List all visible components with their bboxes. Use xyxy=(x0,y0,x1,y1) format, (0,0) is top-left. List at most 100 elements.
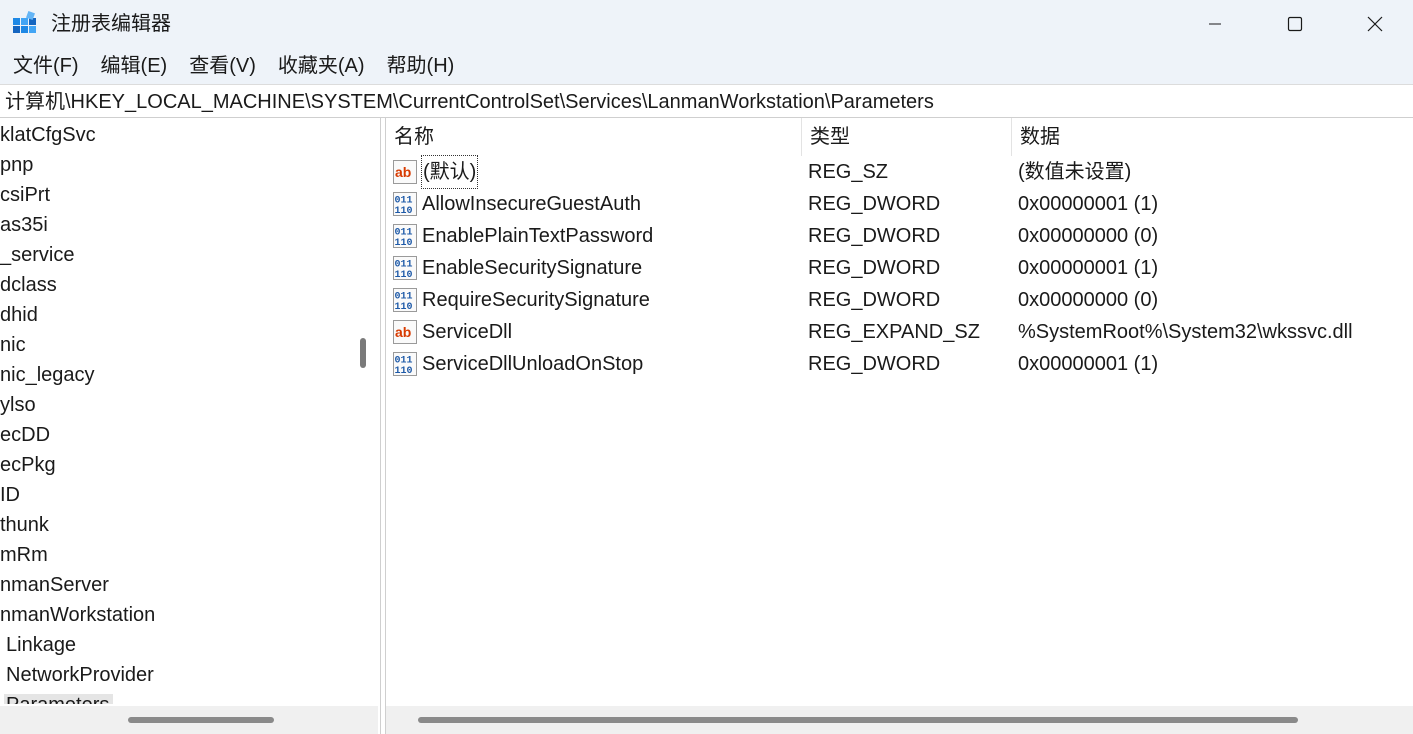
tree-item[interactable]: nmanServer xyxy=(0,570,348,600)
value-type: REG_DWORD xyxy=(808,193,941,215)
binary-value-icon: 011 110 xyxy=(393,352,417,377)
svg-text:011: 011 xyxy=(395,260,413,271)
tree-vertical-scroll-thumb[interactable] xyxy=(360,338,366,368)
svg-text:011: 011 xyxy=(395,292,413,303)
tree-item[interactable]: _service xyxy=(0,240,348,270)
tree-item[interactable]: ID xyxy=(0,480,348,510)
maximize-button[interactable] xyxy=(1255,0,1335,48)
string-value-icon: ab xyxy=(393,320,417,344)
value-type: REG_EXPAND_SZ xyxy=(808,321,980,343)
tree-item-parameters[interactable]: Parameters xyxy=(0,690,348,704)
value-name-cell: 011 110 EnableSecuritySignature xyxy=(392,252,642,284)
value-row[interactable]: 011 110 EnableSecuritySignature REG_DWOR… xyxy=(386,252,1413,284)
menu-view[interactable]: 查看(V) xyxy=(189,53,256,79)
svg-text:110: 110 xyxy=(395,238,413,249)
column-header-type[interactable]: 类型 xyxy=(802,118,1012,156)
tree-item[interactable]: dclass xyxy=(0,270,348,300)
value-row[interactable]: ab ServiceDll REG_EXPAND_SZ %SystemRoot%… xyxy=(386,316,1413,348)
svg-text:ab: ab xyxy=(395,324,411,340)
value-name-cell: 011 110 EnablePlainTextPassword xyxy=(392,220,653,252)
tree-item-label: nmanWorkstation xyxy=(0,604,156,626)
menu-edit[interactable]: 编辑(E) xyxy=(101,53,168,79)
key-tree: klatCfgSvc pnp csiPrt as35i _service dcl… xyxy=(0,120,348,704)
values-pane: 名称 类型 数据 ab (默认) REG_SZ (数值未设置) 011 110 … xyxy=(386,118,1413,734)
registry-editor-window: 注册表编辑器 文件(F) 编辑(E) 查看(V) 收藏夹(A) 帮助(H) 计算… xyxy=(0,0,1413,734)
menu-bar: 文件(F) 编辑(E) 查看(V) 收藏夹(A) 帮助(H) xyxy=(0,48,1413,84)
column-header-data[interactable]: 数据 xyxy=(1012,118,1413,156)
value-type: REG_DWORD xyxy=(808,353,941,375)
value-row[interactable]: ab (默认) REG_SZ (数值未设置) xyxy=(386,155,1413,189)
tree-item[interactable]: klatCfgSvc xyxy=(0,120,348,150)
value-type: REG_DWORD xyxy=(808,257,941,279)
value-type: REG_SZ xyxy=(808,161,889,183)
tree-item-label: Parameters xyxy=(4,694,114,704)
tree-item-label: ID xyxy=(0,484,20,506)
value-name: ServiceDllUnloadOnStop xyxy=(422,353,644,375)
minimize-icon xyxy=(1209,23,1221,25)
value-row[interactable]: 011 110 EnablePlainTextPassword REG_DWOR… xyxy=(386,220,1413,252)
svg-text:110: 110 xyxy=(395,270,413,281)
svg-text:110: 110 xyxy=(395,366,413,377)
column-header-name[interactable]: 名称 xyxy=(386,118,802,156)
binary-value-icon: 011 110 xyxy=(393,256,417,281)
tree-item[interactable]: ecPkg xyxy=(0,450,348,480)
tree-item[interactable]: csiPrt xyxy=(0,180,348,210)
value-name-cell: 011 110 ServiceDllUnloadOnStop xyxy=(392,348,643,380)
svg-text:011: 011 xyxy=(395,356,413,367)
value-data: 0x00000000 (0) xyxy=(1018,289,1159,311)
values-horizontal-scroll-thumb[interactable] xyxy=(418,717,1298,723)
value-name: EnablePlainTextPassword xyxy=(422,225,654,247)
value-data: (数值未设置) xyxy=(1018,161,1132,183)
tree-item[interactable]: dhid xyxy=(0,300,348,330)
value-row[interactable]: 011 110 AllowInsecureGuestAuth REG_DWORD… xyxy=(386,188,1413,220)
tree-horizontal-scrollbar[interactable] xyxy=(0,706,378,734)
menu-help[interactable]: 帮助(H) xyxy=(387,53,455,79)
tree-item[interactable]: nic_legacy xyxy=(0,360,348,390)
tree-item-label: Linkage xyxy=(6,634,77,656)
close-button[interactable] xyxy=(1336,0,1413,48)
address-path[interactable]: 计算机\HKEY_LOCAL_MACHINE\SYSTEM\CurrentCon… xyxy=(5,89,934,115)
tree-item-label: as35i xyxy=(0,214,48,236)
values-list: ab (默认) REG_SZ (数值未设置) 011 110 AllowInse… xyxy=(386,155,1413,380)
menu-favorites[interactable]: 收藏夹(A) xyxy=(278,53,365,79)
value-row[interactable]: 011 110 ServiceDllUnloadOnStop REG_DWORD… xyxy=(386,348,1413,380)
tree-item-label: dhid xyxy=(0,304,38,326)
tree-item-label: nmanServer xyxy=(0,574,109,596)
tree-item[interactable]: nic xyxy=(0,330,348,360)
string-value-icon: ab xyxy=(393,160,417,184)
value-name: ServiceDll xyxy=(422,321,513,343)
tree-item-label: klatCfgSvc xyxy=(0,124,96,146)
tree-horizontal-scroll-thumb[interactable] xyxy=(128,717,274,723)
svg-text:011: 011 xyxy=(395,228,413,239)
tree-vertical-scrollbar[interactable] xyxy=(348,118,378,706)
tree-item[interactable]: pnp xyxy=(0,150,348,180)
tree-item[interactable]: as35i xyxy=(0,210,348,240)
tree-item-label: NetworkProvider xyxy=(6,664,154,686)
window-title: 注册表编辑器 xyxy=(51,13,171,35)
key-tree-pane: klatCfgSvc pnp csiPrt as35i _service dcl… xyxy=(0,118,380,734)
column-headers: 名称 类型 数据 xyxy=(386,118,1413,156)
tree-item-label: nic xyxy=(0,334,26,356)
values-horizontal-scrollbar[interactable] xyxy=(386,706,1413,734)
tree-item-lanmanworkstation[interactable]: nmanWorkstation xyxy=(0,600,348,630)
menu-file[interactable]: 文件(F) xyxy=(13,53,79,79)
svg-text:011: 011 xyxy=(395,196,413,207)
tree-item[interactable]: ecDD xyxy=(0,420,348,450)
tree-item-linkage[interactable]: Linkage xyxy=(0,630,348,660)
value-data: %SystemRoot%\System32\wkssvc.dll xyxy=(1018,321,1353,343)
tree-item-networkprovider[interactable]: NetworkProvider xyxy=(0,660,348,690)
minimize-button[interactable] xyxy=(1175,0,1255,48)
title-bar[interactable]: 注册表编辑器 xyxy=(0,0,1413,48)
tree-item-label: pnp xyxy=(0,154,34,176)
value-type: REG_DWORD xyxy=(808,225,941,247)
tree-item[interactable]: thunk xyxy=(0,510,348,540)
value-row[interactable]: 011 110 RequireSecuritySignature REG_DWO… xyxy=(386,284,1413,316)
tree-item-label: _service xyxy=(0,244,75,266)
tree-item-label: ylso xyxy=(0,394,36,416)
tree-item[interactable]: ylso xyxy=(0,390,348,420)
address-bar[interactable]: 计算机\HKEY_LOCAL_MACHINE\SYSTEM\CurrentCon… xyxy=(0,84,1413,118)
tree-item-label: nic_legacy xyxy=(0,364,95,386)
value-name-cell: 011 110 AllowInsecureGuestAuth xyxy=(392,188,641,220)
value-name: RequireSecuritySignature xyxy=(422,289,650,311)
tree-item[interactable]: mRm xyxy=(0,540,348,570)
